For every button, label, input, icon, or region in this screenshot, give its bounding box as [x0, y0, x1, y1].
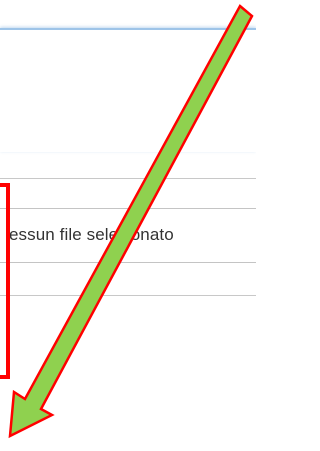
screenshot-stage: essun file selezionato — [0, 0, 256, 451]
arrow-shape — [8, 4, 254, 439]
annotation-arrow-icon — [8, 4, 254, 439]
